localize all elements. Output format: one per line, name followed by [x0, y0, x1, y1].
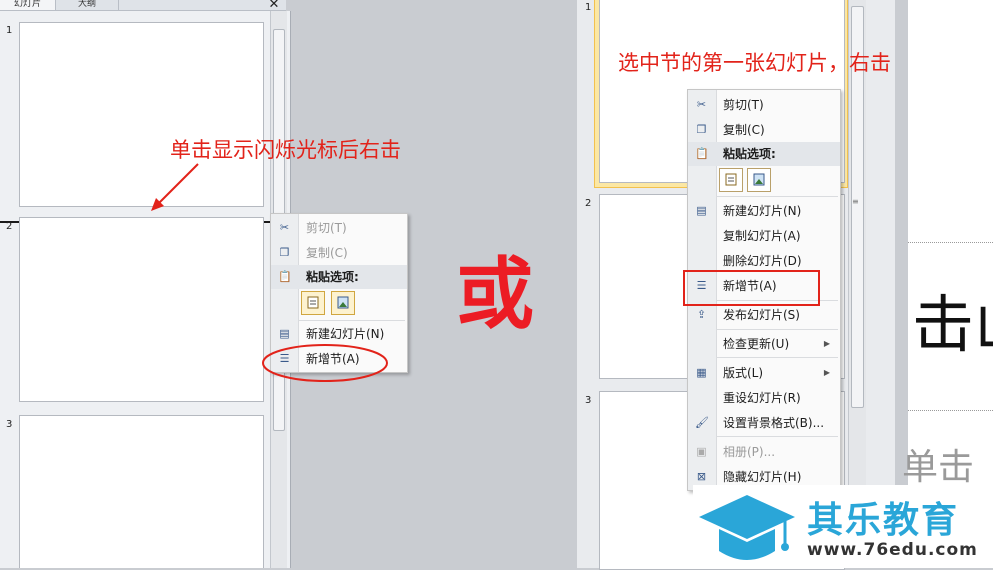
- menu-label: 剪切(T): [306, 221, 347, 235]
- menu-item-new-slide[interactable]: ▤ 新建幻灯片(N): [688, 199, 840, 223]
- submenu-arrow-icon: ▶: [823, 339, 830, 348]
- right-hint-annotation: 选中节的第一张幻灯片，右击: [618, 51, 891, 75]
- copy-icon: ❐: [279, 246, 290, 259]
- paste-keep-format-button[interactable]: [301, 291, 325, 315]
- right-pane-scrollbar[interactable]: ≡: [848, 0, 866, 568]
- menu-item-duplicate-slide[interactable]: 复制幻灯片(A): [688, 224, 840, 248]
- menu-label: 检查更新(U): [723, 337, 790, 351]
- menu-label: 新建幻灯片(N): [723, 204, 802, 218]
- menu-label: 复制(C): [723, 123, 765, 137]
- paste-keep-icon: [725, 173, 737, 186]
- watermark-logo: 其乐教育 www.76edu.com: [693, 485, 993, 568]
- menu-label: 剪切(T): [723, 98, 764, 112]
- menu-item-reset-slide[interactable]: 重设幻灯片(R): [688, 386, 840, 410]
- tab-outline[interactable]: 大纲: [56, 0, 119, 10]
- menu-item-cut[interactable]: ✂ 剪切(T): [688, 93, 840, 117]
- paste-as-picture-button[interactable]: [331, 291, 355, 315]
- slide-number: 3: [585, 395, 592, 406]
- slide-number: 1: [585, 2, 592, 13]
- paste-icon: 📋: [278, 270, 292, 283]
- close-pane-icon[interactable]: ✕: [266, 0, 282, 12]
- placeholder-border: [908, 242, 993, 243]
- slide-number: 2: [6, 221, 13, 232]
- menu-label: 重设幻灯片(R): [723, 391, 801, 405]
- menu-item-check-updates[interactable]: 检查更新(U) ▶: [688, 332, 840, 356]
- menu-separator: [716, 436, 838, 437]
- paste-keep-format-button[interactable]: [719, 168, 743, 192]
- paste-as-picture-button[interactable]: [747, 168, 771, 192]
- slide-number: 1: [6, 25, 13, 36]
- tab-slides[interactable]: 幻灯片: [0, 0, 56, 10]
- slide-title-text: 击山: [912, 288, 993, 361]
- layout-icon: ▦: [696, 366, 707, 379]
- slide-number: 2: [585, 198, 592, 209]
- paste-icon: 📋: [695, 147, 709, 160]
- menu-label: 复制幻灯片(A): [723, 229, 801, 243]
- graduation-cap-icon: [699, 495, 795, 560]
- slide-subtitle-text: 单击: [902, 447, 975, 488]
- menu-item-copy[interactable]: ❐ 复制(C): [688, 118, 840, 142]
- menu-item-photo-album[interactable]: ▣ 相册(P)...: [688, 440, 840, 464]
- slide-thumbnail-1[interactable]: [19, 22, 264, 207]
- menu-item-copy[interactable]: ❐ 复制(C): [271, 241, 407, 265]
- album-icon: ▣: [696, 445, 707, 458]
- hide-slide-icon: ⊠: [696, 470, 707, 483]
- paste-picture-icon: [753, 173, 765, 186]
- menu-header-paste-options: 📋 粘贴选项:: [271, 265, 407, 289]
- scrollbar-grip-icon: ≡: [852, 197, 859, 206]
- copy-icon: ❐: [696, 123, 707, 136]
- paste-picture-icon: [337, 296, 349, 309]
- menu-separator: [299, 320, 405, 321]
- menu-label: 发布幻灯片(S): [723, 308, 800, 322]
- slide-thumbnail-2[interactable]: [19, 217, 264, 402]
- menu-label: 粘贴选项:: [723, 147, 776, 161]
- or-separator-text: 或: [456, 250, 535, 340]
- menu-label: 相册(P)...: [723, 445, 776, 459]
- menu-item-publish-slides[interactable]: ⇪ 发布幻灯片(S): [688, 303, 840, 327]
- placeholder-border: [908, 410, 993, 411]
- slide-editing-area[interactable]: 击山 单击: [902, 0, 993, 568]
- menu-label: 粘贴选项:: [306, 270, 359, 284]
- scissors-icon: ✂: [696, 98, 707, 111]
- menu-header-paste-options: 📋 粘贴选项:: [688, 142, 840, 166]
- slide-number: 3: [6, 419, 13, 430]
- submenu-arrow-icon: ▶: [823, 368, 830, 377]
- left-slide-thumbnails-pane: 1 2 3: [0, 11, 291, 568]
- menu-item-format-background[interactable]: 🖌 设置背景格式(B)...: [688, 411, 840, 435]
- menu-separator: [716, 196, 838, 197]
- new-slide-icon: ▤: [696, 204, 707, 217]
- watermark-name: 其乐教育: [807, 500, 960, 541]
- new-slide-icon: ▤: [279, 327, 290, 340]
- menu-item-cut[interactable]: ✂ 剪切(T): [271, 216, 407, 240]
- menu-label: 版式(L): [723, 366, 764, 380]
- watermark-url: www.76edu.com: [807, 540, 978, 560]
- background-icon: 🖌: [695, 416, 709, 429]
- scissors-icon: ✂: [279, 221, 290, 234]
- menu-item-layout[interactable]: ▦ 版式(L) ▶: [688, 361, 840, 385]
- publish-icon: ⇪: [696, 308, 707, 321]
- paste-keep-icon: [307, 296, 319, 309]
- menu-separator: [716, 357, 838, 358]
- highlight-rectangle: [683, 270, 820, 306]
- slide-thumbnail-3[interactable]: [19, 415, 264, 568]
- menu-label: 复制(C): [306, 246, 348, 260]
- menu-separator: [716, 329, 838, 330]
- highlight-ellipse: [262, 344, 388, 382]
- annotation-arrow-icon: [151, 163, 199, 211]
- menu-label: 设置背景格式(B)...: [723, 416, 825, 430]
